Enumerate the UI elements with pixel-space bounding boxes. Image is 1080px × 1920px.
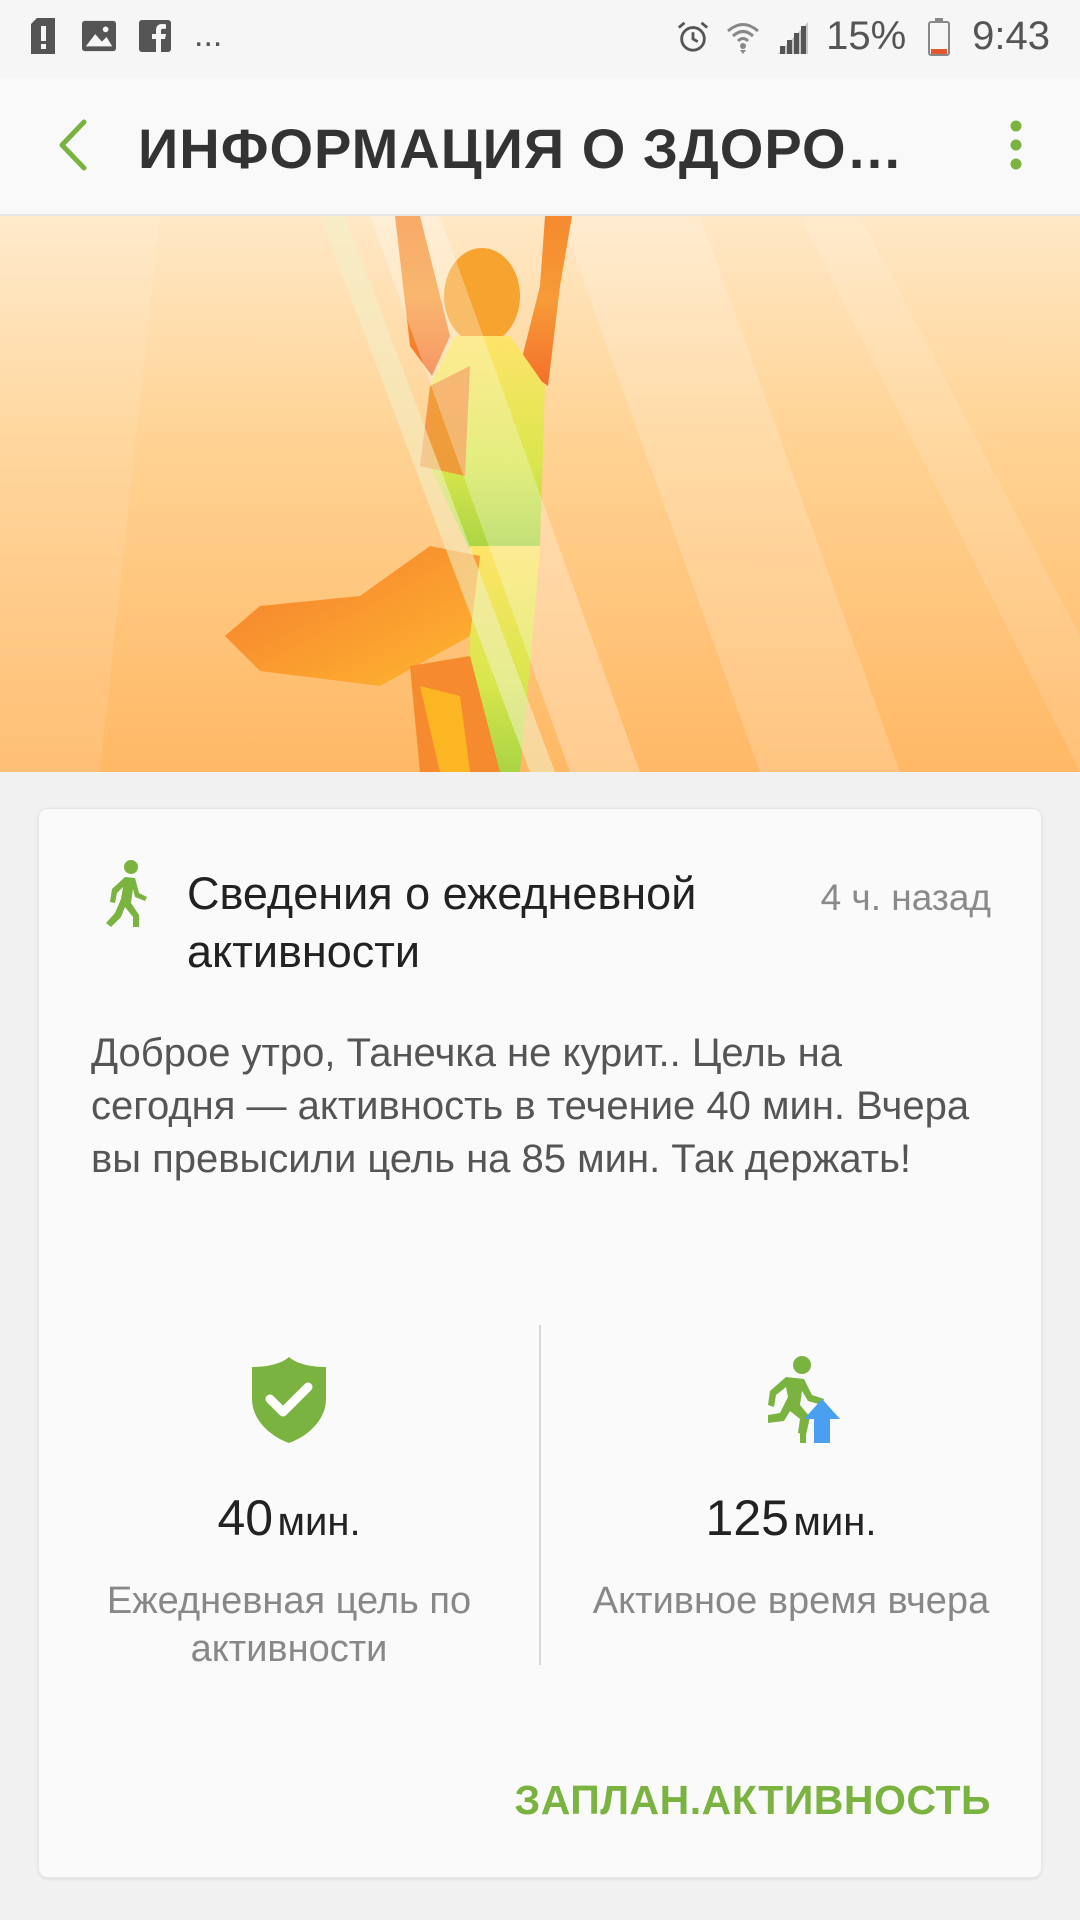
stat-active-yesterday-number: 125 (705, 1490, 789, 1546)
card-timestamp: 4 ч. назад (820, 877, 991, 918)
more-options-button[interactable] (996, 114, 1036, 180)
stat-active-yesterday-unit: мин. (793, 1500, 877, 1544)
gallery-icon (82, 19, 116, 53)
status-bar: ... 15% 9:43 (0, 0, 1080, 78)
stat-active-yesterday-label: Активное время вчера (592, 1580, 990, 1622)
stat-daily-goal-value: 40 мин. (39, 1489, 539, 1547)
battery-percent: 15% (826, 14, 907, 58)
card-message: Доброе утро, Танечка не курит.. Цель на … (91, 1031, 970, 1181)
back-arrow-icon (56, 119, 88, 176)
stat-active-yesterday-value: 125 мин. (541, 1489, 1041, 1547)
plan-activity-button[interactable]: ЗАПЛАН.АКТИВНОСТЬ (515, 1777, 991, 1824)
yoga-banner-illustration (0, 216, 1080, 772)
clock: 9:43 (972, 14, 1050, 58)
signal-icon (776, 20, 810, 54)
battery-icon (922, 17, 956, 56)
alert-icon (26, 17, 60, 54)
stat-daily-goal-unit: мин. (277, 1500, 361, 1544)
more-vert-icon (1009, 120, 1023, 175)
daily-activity-card[interactable]: Сведения о ежедневной активности 4 ч. на… (38, 808, 1042, 1878)
status-notifications: ... (26, 16, 222, 55)
running-up-icon (746, 1355, 840, 1445)
page-title: ИНФОРМАЦИЯ О ЗДОРОВ… (138, 117, 938, 180)
app-bar: ИНФОРМАЦИЯ О ЗДОРОВ… (0, 78, 1080, 216)
stat-daily-goal-number: 40 (217, 1490, 274, 1546)
card-title: Сведения о ежедневной активности (187, 868, 697, 977)
walking-person-icon (101, 859, 151, 929)
shield-check-icon (244, 1355, 334, 1445)
yoga-figure-icon (0, 216, 1080, 772)
wifi-icon (726, 20, 760, 54)
alarm-icon (676, 20, 710, 54)
stat-daily-goal-label: Ежедневная цель по активности (106, 1580, 472, 1670)
more-notifications: ... (194, 16, 223, 54)
back-button[interactable] (42, 116, 102, 178)
activity-stats: 40 мин. Ежедневная цель по активности 12… (39, 1325, 1043, 1670)
status-system: 15% 9:43 (676, 14, 1050, 59)
facebook-icon (138, 19, 172, 53)
